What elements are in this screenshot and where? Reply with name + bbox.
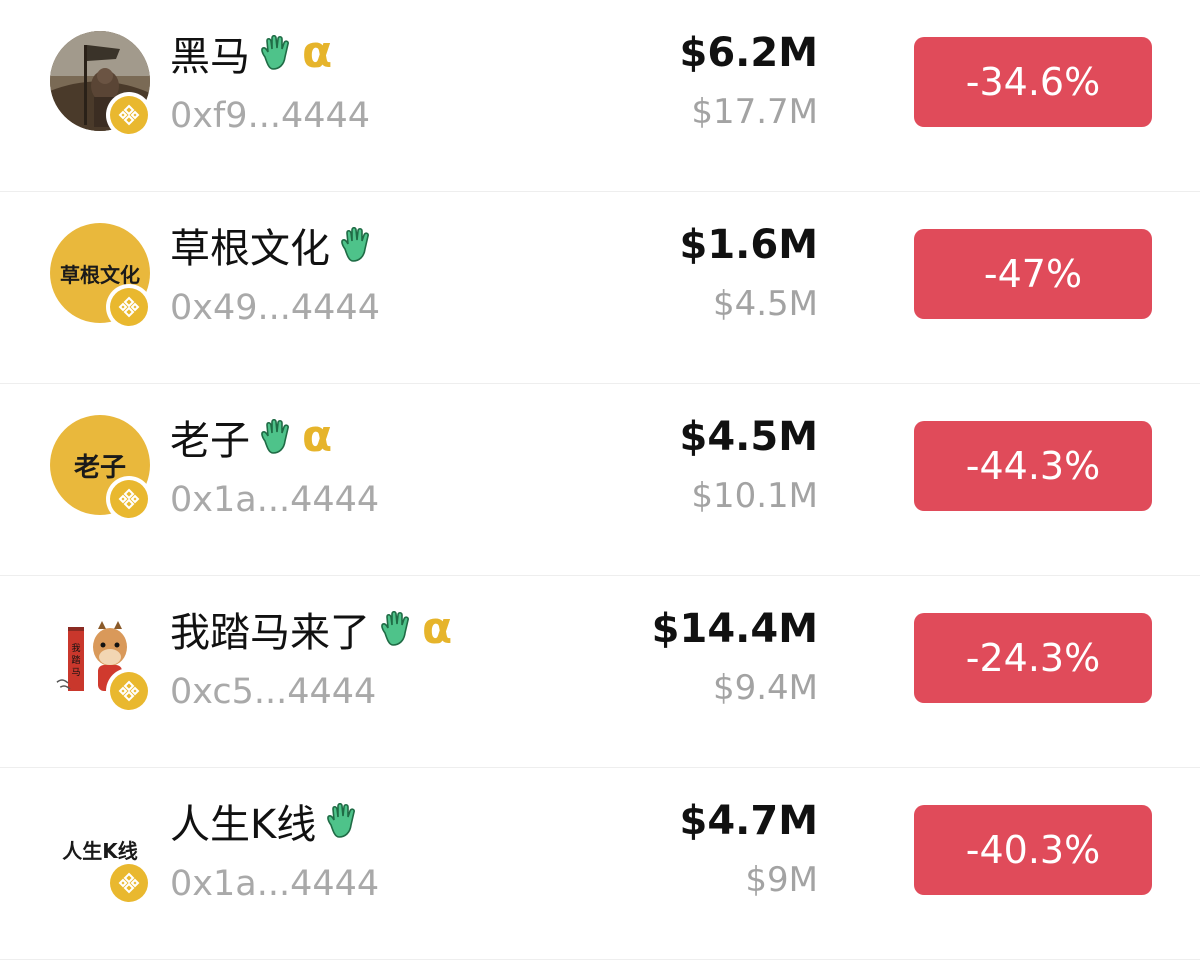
token-address[interactable]: 0xc5...4444: [170, 672, 376, 712]
hand-icon: [324, 802, 358, 839]
token-name[interactable]: 草根文化: [170, 216, 330, 274]
market-cap: $4.5M: [679, 414, 819, 460]
market-cap: $4.7M: [679, 798, 819, 844]
alpha-icon: α: [302, 411, 333, 462]
market-cap: $6.2M: [679, 30, 819, 76]
svg-text:踏: 踏: [71, 654, 80, 666]
token-name[interactable]: 人生K线: [170, 792, 316, 850]
hand-icon: [258, 34, 292, 71]
svg-text:马: 马: [71, 667, 80, 678]
token-address[interactable]: 0x1a...4444: [170, 864, 379, 904]
token-name-line: 草根文化: [170, 216, 372, 274]
market-cap: $1.6M: [679, 222, 819, 268]
volume: $9.4M: [712, 668, 818, 708]
hand-icon: [338, 226, 372, 263]
token-address[interactable]: 0x1a...4444: [170, 480, 379, 520]
volume: $9M: [745, 860, 818, 900]
token-name-line: 老子 α: [170, 408, 333, 466]
bnb-chain-icon: [106, 92, 152, 138]
volume: $17.7M: [691, 92, 818, 132]
alpha-icon: α: [422, 603, 453, 654]
price-change-button[interactable]: -40.3%: [914, 805, 1152, 895]
token-row[interactable]: 黑马 α 0xf9...4444 $6.2M $17.7M -34.6%: [0, 0, 1200, 192]
token-name[interactable]: 我踏马来了: [170, 600, 370, 658]
token-list: 黑马 α 0xf9...4444 $6.2M $17.7M -34.6% 草根文化 草根文化 0…: [0, 0, 1200, 961]
token-name-line: 我踏马来了 α: [170, 600, 453, 658]
market-cap: $14.4M: [651, 606, 818, 652]
token-name[interactable]: 黑马: [170, 24, 250, 82]
volume: $4.5M: [712, 284, 818, 324]
hand-icon: [378, 610, 412, 647]
svg-text:我: 我: [71, 643, 80, 654]
token-name-line: 黑马 α: [170, 24, 333, 82]
price-change-button[interactable]: -24.3%: [914, 613, 1152, 703]
token-row[interactable]: 人生K线 人生K线 0x1a...4444 $4.7M $9M -40.3%: [0, 768, 1200, 960]
alpha-icon: α: [302, 27, 333, 78]
price-change-button[interactable]: -34.6%: [914, 37, 1152, 127]
token-row[interactable]: 我踏马 我踏马来了 α 0xc5...4444 $14.4M $9.4M -24.3%: [0, 576, 1200, 768]
bnb-chain-icon: [106, 476, 152, 522]
hand-icon: [258, 418, 292, 455]
bnb-chain-icon: [106, 284, 152, 330]
token-name-line: 人生K线: [170, 792, 358, 850]
volume: $10.1M: [691, 476, 818, 516]
price-change-button[interactable]: -47%: [914, 229, 1152, 319]
token-name[interactable]: 老子: [170, 408, 250, 466]
token-address[interactable]: 0x49...4444: [170, 288, 380, 328]
token-row[interactable]: 老子 老子 α 0x1a...4444 $4.5M $10.1M -44.3%: [0, 384, 1200, 576]
token-address[interactable]: 0xf9...4444: [170, 96, 370, 136]
token-row[interactable]: 草根文化 草根文化 0x49...4444 $1.6M $4.5M -47%: [0, 192, 1200, 384]
bnb-chain-icon: [106, 860, 152, 906]
price-change-button[interactable]: -44.3%: [914, 421, 1152, 511]
bnb-chain-icon: [106, 668, 152, 714]
